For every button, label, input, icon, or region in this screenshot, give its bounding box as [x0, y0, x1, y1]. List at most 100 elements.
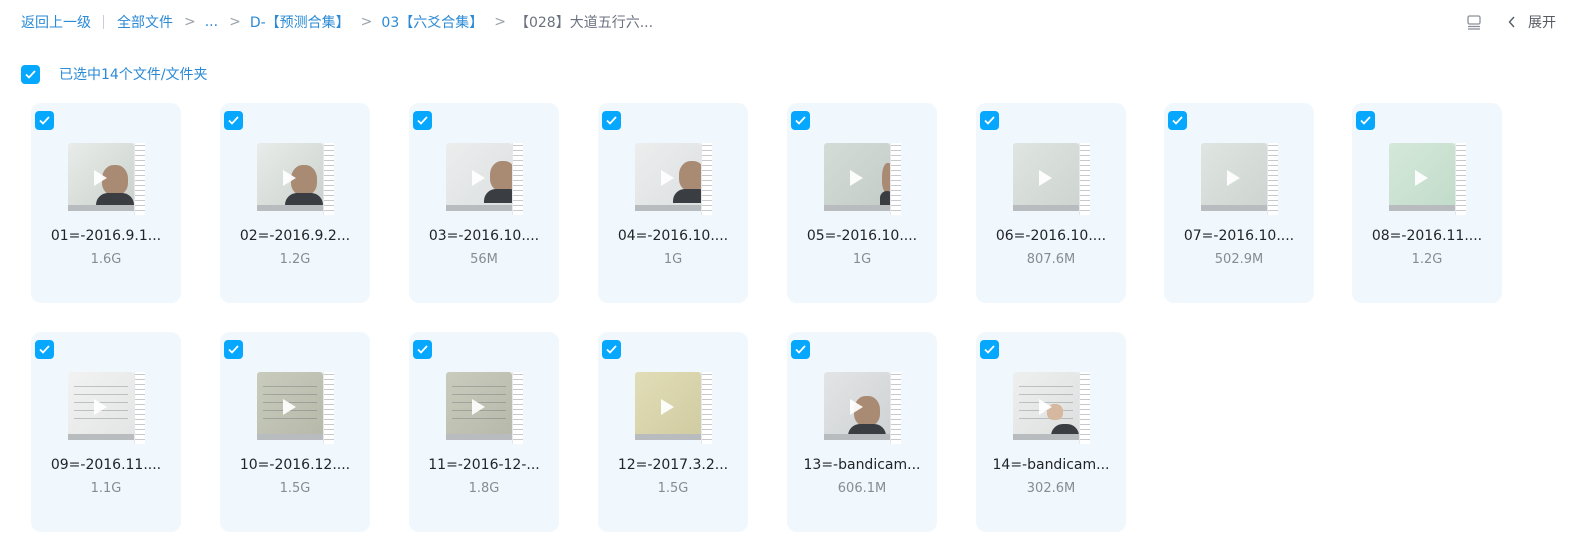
file-card[interactable]: 01=-2016.9.1... 1.6G: [31, 103, 181, 303]
file-card[interactable]: 02=-2016.9.2... 1.2G: [220, 103, 370, 303]
file-checkbox[interactable]: [413, 340, 432, 359]
breadcrumb-ellipsis[interactable]: ...: [205, 14, 218, 30]
file-card[interactable]: 06=-2016.10.... 807.6M: [976, 103, 1126, 303]
file-checkbox[interactable]: [980, 111, 999, 130]
video-thumbnail: [446, 143, 524, 215]
check-icon: [795, 116, 806, 125]
video-thumbnail: [635, 143, 713, 215]
file-name: 04=-2016.10....: [617, 228, 729, 244]
file-size: 1G: [663, 252, 683, 267]
file-card[interactable]: 03=-2016.10.... 56M: [409, 103, 559, 303]
check-icon: [984, 345, 995, 354]
video-thumbnail: [1013, 372, 1091, 444]
check-icon: [417, 345, 428, 354]
file-checkbox[interactable]: [791, 111, 810, 130]
file-name: 03=-2016.10....: [428, 228, 540, 244]
breadcrumb-item[interactable]: D-【预测合集】: [250, 12, 350, 32]
video-thumbnail: [68, 143, 146, 215]
check-icon: [25, 69, 36, 79]
play-icon: [94, 399, 107, 415]
play-icon: [472, 399, 485, 415]
file-size: 56M: [470, 252, 498, 267]
check-icon: [1172, 116, 1183, 125]
file-size: 606.1M: [837, 481, 887, 496]
breadcrumb-root[interactable]: 全部文件: [117, 12, 173, 32]
play-icon: [283, 399, 296, 415]
file-size: 1.8G: [468, 481, 500, 496]
file-card[interactable]: 04=-2016.10.... 1G: [598, 103, 748, 303]
play-icon: [1415, 170, 1428, 186]
breadcrumb-bar: 返回上一级 全部文件 > ... > D-【预测合集】 > 03【六爻合集】 >…: [0, 0, 1580, 44]
check-icon: [984, 116, 995, 125]
file-size: 502.9M: [1214, 252, 1264, 267]
check-icon: [39, 345, 50, 354]
expand-button[interactable]: 展开: [1508, 12, 1556, 32]
file-checkbox[interactable]: [1356, 111, 1375, 130]
file-name: 13=-bandicam...: [803, 457, 921, 473]
check-icon: [795, 345, 806, 354]
file-name: 01=-2016.9.1...: [50, 228, 162, 244]
file-size: 807.6M: [1026, 252, 1076, 267]
file-checkbox[interactable]: [35, 111, 54, 130]
file-card[interactable]: 10=-2016.12.... 1.5G: [220, 332, 370, 532]
select-all-checkbox[interactable]: [21, 64, 40, 84]
breadcrumb-item[interactable]: 03【六爻合集】: [381, 12, 483, 32]
file-name: 09=-2016.11....: [50, 457, 162, 473]
check-icon: [228, 116, 239, 125]
back-link[interactable]: 返回上一级: [21, 12, 91, 32]
video-thumbnail: [824, 372, 902, 444]
file-name: 12=-2017.3.2...: [617, 457, 729, 473]
video-thumbnail: [824, 143, 902, 215]
play-icon: [850, 170, 863, 186]
file-checkbox[interactable]: [224, 340, 243, 359]
play-icon: [1039, 399, 1052, 415]
file-name: 05=-2016.10....: [806, 228, 918, 244]
file-card[interactable]: 09=-2016.11.... 1.1G: [31, 332, 181, 532]
file-card[interactable]: 13=-bandicam... 606.1M: [787, 332, 937, 532]
check-icon: [606, 116, 617, 125]
play-icon: [283, 170, 296, 186]
file-checkbox[interactable]: [413, 111, 432, 130]
file-card[interactable]: 12=-2017.3.2... 1.5G: [598, 332, 748, 532]
select-all-row: 已选中14个文件/文件夹: [21, 64, 208, 84]
file-size: 302.6M: [1026, 481, 1076, 496]
breadcrumb-separator-icon: >: [184, 14, 196, 30]
breadcrumb-current: 【028】大道五行六...: [514, 15, 654, 31]
file-checkbox[interactable]: [602, 111, 621, 130]
file-checkbox[interactable]: [602, 340, 621, 359]
breadcrumb: 返回上一级 全部文件 > ... > D-【预测合集】 > 03【六爻合集】 >…: [21, 11, 653, 33]
play-icon: [1039, 170, 1052, 186]
play-icon: [1227, 170, 1240, 186]
file-checkbox[interactable]: [35, 340, 54, 359]
file-name: 14=-bandicam...: [992, 457, 1110, 473]
file-card[interactable]: 08=-2016.11.... 1.2G: [1352, 103, 1502, 303]
file-checkbox[interactable]: [1168, 111, 1187, 130]
breadcrumb-separator-icon: >: [494, 14, 506, 30]
breadcrumb-divider: [103, 15, 104, 29]
check-icon: [228, 345, 239, 354]
play-icon: [661, 399, 674, 415]
file-card[interactable]: 11=-2016-12-... 1.8G: [409, 332, 559, 532]
play-icon: [94, 170, 107, 186]
file-checkbox[interactable]: [980, 340, 999, 359]
expand-label: 展开: [1528, 15, 1556, 31]
file-checkbox[interactable]: [791, 340, 810, 359]
breadcrumb-separator-icon: >: [360, 14, 373, 30]
video-thumbnail: [68, 372, 146, 444]
video-thumbnail: [257, 143, 335, 215]
toolbar: 展开: [1466, 11, 1580, 33]
file-size: 1G: [852, 252, 872, 267]
check-icon: [39, 116, 50, 125]
file-size: 1.2G: [1411, 252, 1443, 267]
file-card[interactable]: 07=-2016.10.... 502.9M: [1164, 103, 1314, 303]
file-size: 1.6G: [90, 252, 122, 267]
file-size: 1.5G: [279, 481, 311, 496]
file-name: 08=-2016.11....: [1371, 228, 1483, 244]
file-size: 1.5G: [657, 481, 689, 496]
file-name: 02=-2016.9.2...: [239, 228, 351, 244]
file-name: 10=-2016.12....: [239, 457, 351, 473]
list-view-icon[interactable]: [1466, 14, 1482, 30]
file-card[interactable]: 14=-bandicam... 302.6M: [976, 332, 1126, 532]
file-card[interactable]: 05=-2016.10.... 1G: [787, 103, 937, 303]
file-checkbox[interactable]: [224, 111, 243, 130]
